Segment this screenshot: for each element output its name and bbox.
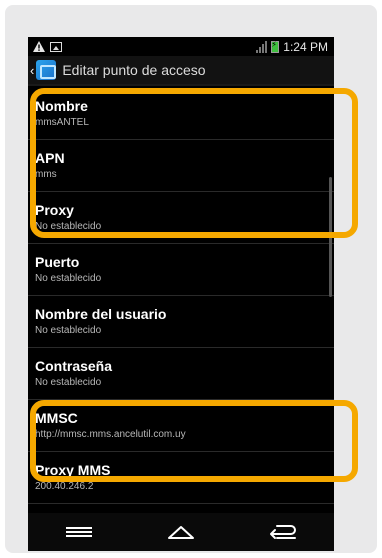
highlight-box-nombre-apn-proxy (30, 88, 358, 238)
item-title: Nombre del usuario (35, 306, 167, 322)
back-caret-icon[interactable]: ‹ (30, 63, 34, 78)
back-button[interactable] (258, 517, 308, 547)
signal-icon (256, 40, 268, 53)
item-value: No establecido (35, 325, 102, 336)
action-bar[interactable]: ‹ Editar punto de acceso (28, 56, 334, 86)
status-bar: 1:24 PM (28, 37, 334, 56)
item-title: Contraseña (35, 358, 113, 374)
item-value: No establecido (35, 377, 102, 388)
image-icon (50, 41, 62, 52)
back-icon (270, 525, 296, 539)
list-item-contrasena[interactable]: Contraseña No establecido (28, 348, 334, 400)
warning-icon (33, 41, 45, 52)
item-value: No establecido (35, 273, 102, 284)
item-value: 200.40.246.2 (35, 481, 94, 492)
highlight-box-mmsc (30, 400, 358, 482)
home-icon (168, 526, 194, 539)
menu-icon (66, 527, 92, 537)
navigation-bar (28, 513, 334, 551)
list-item-nombre-usuario[interactable]: Nombre del usuario No establecido (28, 296, 334, 348)
home-button[interactable] (156, 517, 206, 547)
status-time: 1:24 PM (283, 39, 328, 54)
list-item-puerto[interactable]: Puerto No establecido (28, 244, 334, 296)
page-title: Editar punto de acceso (62, 62, 206, 78)
item-title: Puerto (35, 254, 80, 270)
apn-settings-icon[interactable] (36, 60, 57, 80)
menu-button[interactable] (54, 517, 104, 547)
battery-charging-icon (271, 40, 280, 53)
